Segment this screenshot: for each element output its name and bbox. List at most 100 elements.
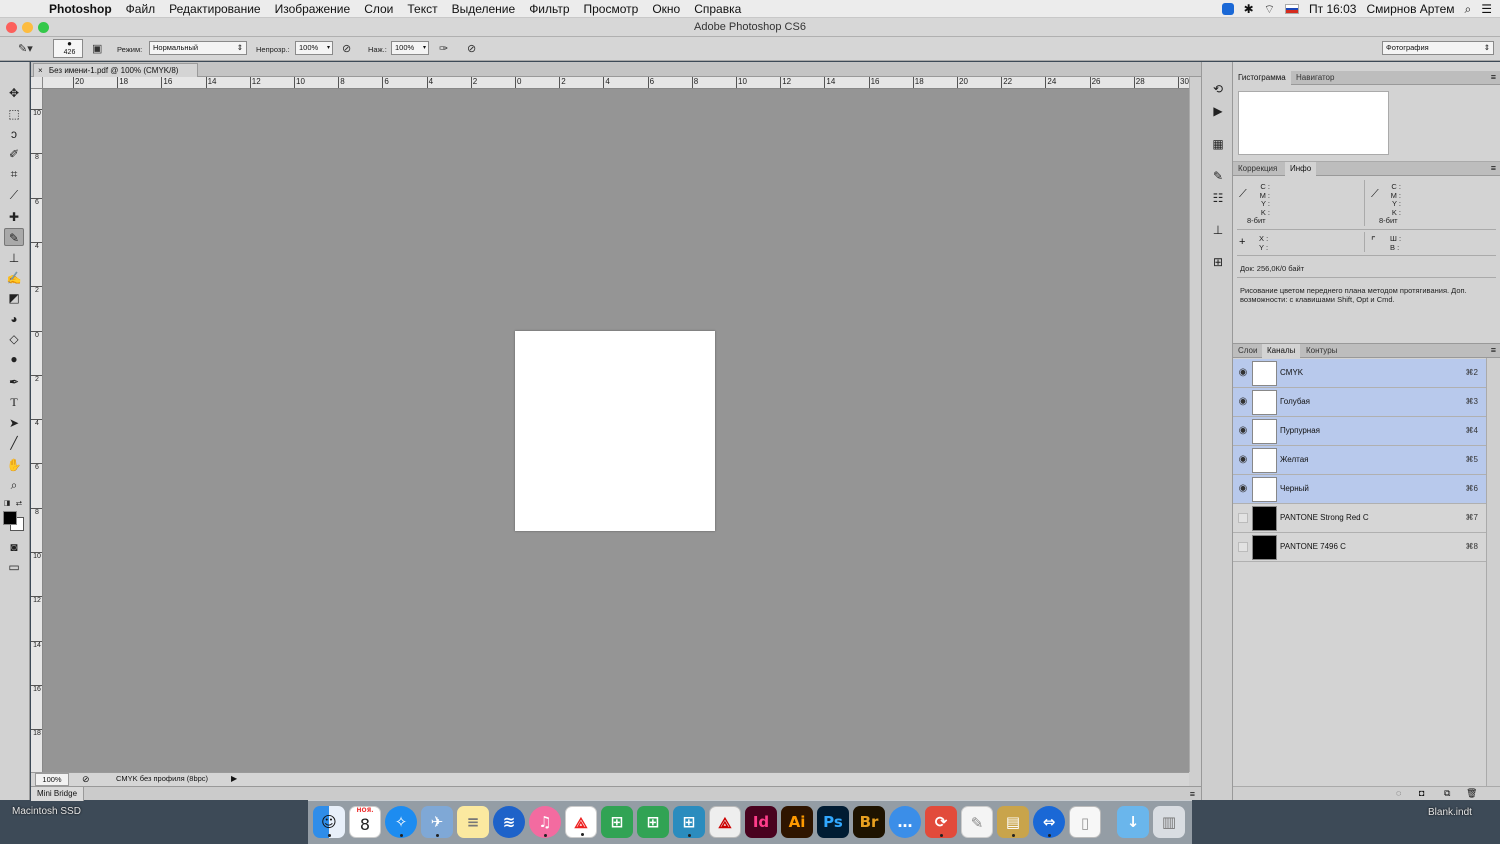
dodge-tool-icon[interactable]: ● <box>4 350 24 368</box>
paint-bucket-tool-icon[interactable]: ◕ <box>4 310 24 328</box>
wifi-icon[interactable]: ⌔ <box>1264 2 1275 17</box>
mini-bridge-tab[interactable]: Mini Bridge <box>31 787 85 801</box>
brush-presets-panel-icon[interactable]: ☷ <box>1208 189 1228 207</box>
tab-layers[interactable]: Слои <box>1233 344 1262 358</box>
illustrator-icon[interactable]: Ai <box>781 806 813 838</box>
crop-tool-icon[interactable]: ⌗ <box>4 165 24 183</box>
visibility-toggle[interactable] <box>1238 542 1248 552</box>
vertical-scrollbar[interactable] <box>1189 77 1201 772</box>
pressure-size-icon[interactable]: ⊘ <box>467 42 476 55</box>
tab-info[interactable]: Инфо <box>1285 162 1317 176</box>
acrobat-pro-icon[interactable]: ⟁ <box>709 806 741 838</box>
eye-icon[interactable]: ◉ <box>1237 454 1249 466</box>
bluetooth-icon[interactable]: ✱ <box>1244 2 1254 16</box>
clone-stamp-tool-icon[interactable]: ⊥ <box>4 249 24 267</box>
panel-menu-icon[interactable]: ≡ <box>1491 344 1496 357</box>
swatches-panel-icon[interactable]: ▦ <box>1208 135 1228 153</box>
type-tool-icon[interactable]: T <box>4 393 24 411</box>
marquee-tool-icon[interactable]: ⬚ <box>4 105 24 123</box>
blend-mode-select[interactable]: Нормальный ⇕ <box>149 41 247 55</box>
path-selection-tool-icon[interactable]: ➤ <box>4 414 24 432</box>
bridge-icon[interactable]: Br <box>853 806 885 838</box>
spotlight-search-icon[interactable]: ⌕ <box>1465 2 1472 17</box>
brush-tool-icon[interactable]: ✎ <box>4 228 24 246</box>
vertical-ruler[interactable]: 10 8 6 4 2 0 2 4 6 8 10 12 14 16 18 <box>31 89 43 772</box>
hand-tool-icon[interactable]: ✋ <box>4 456 24 474</box>
menu-filter[interactable]: Фильтр <box>522 2 576 16</box>
teamviewer-icon[interactable]: ⇔ <box>1033 806 1065 838</box>
channel-row-cyan[interactable]: ◉ Голубая ⌘3 <box>1233 388 1486 417</box>
load-selection-icon[interactable]: ◌ <box>1396 788 1401 798</box>
eyedropper-tool-icon[interactable]: ⟋ <box>4 186 24 204</box>
zoom-level-field[interactable]: 100% <box>35 773 69 786</box>
preview-icon[interactable]: ✈ <box>421 806 453 838</box>
airbrush-icon[interactable]: ✑ <box>439 42 448 55</box>
close-window-button[interactable] <box>6 22 17 33</box>
healing-brush-tool-icon[interactable]: ✚ <box>4 208 24 226</box>
chevron-down-icon[interactable]: ▾ <box>327 42 330 54</box>
tab-channels[interactable]: Каналы <box>1262 344 1301 358</box>
history-panel-icon[interactable]: ⟲ <box>1208 80 1228 98</box>
status-menu-arrow-icon[interactable]: ▶ <box>231 773 237 785</box>
quick-select-tool-icon[interactable]: ✐ <box>4 145 24 163</box>
brush-panel-icon[interactable]: ✎ <box>1208 167 1228 185</box>
eye-icon[interactable]: ◉ <box>1237 367 1249 379</box>
textedit-icon[interactable]: ✎ <box>961 806 993 838</box>
clone-source-panel-icon[interactable]: ⊥ <box>1208 221 1228 239</box>
channel-row-magenta[interactable]: ◉ Пурпурная ⌘4 <box>1233 417 1486 446</box>
channel-row-pantone-strong-red[interactable]: PANTONE Strong Red C ⌘7 <box>1233 504 1486 533</box>
mail-icon[interactable]: ≋ <box>493 806 525 838</box>
trash-icon[interactable]: 🗑 <box>1466 788 1477 799</box>
menu-select[interactable]: Выделение <box>445 2 523 16</box>
notes-icon[interactable]: ≡ <box>457 806 489 838</box>
menu-file[interactable]: Файл <box>119 2 163 16</box>
windows-app-icon[interactable]: ⊞ <box>637 806 669 838</box>
menu-app-name[interactable]: Photoshop <box>42 2 119 16</box>
acrobat-icon[interactable]: ⟁ <box>565 806 597 838</box>
menu-edit[interactable]: Редактирование <box>162 2 267 16</box>
document-tab[interactable]: × Без имени-1.pdf @ 100% (CMYK/8) <box>33 63 198 77</box>
document-icon[interactable]: ▯ <box>1069 806 1101 838</box>
eye-icon[interactable]: ◉ <box>1237 425 1249 437</box>
zoom-tool-icon[interactable]: ⌕ <box>4 476 24 494</box>
input-language-icon[interactable] <box>1285 4 1299 14</box>
windows-app-icon[interactable]: ⊞ <box>673 806 705 838</box>
eye-icon[interactable]: ◉ <box>1237 396 1249 408</box>
tab-adjustments[interactable]: Коррекция <box>1233 162 1282 176</box>
itunes-icon[interactable]: ♫ <box>529 806 561 838</box>
foreground-color-swatch[interactable] <box>3 511 17 525</box>
tab-navigator[interactable]: Навигатор <box>1291 71 1339 85</box>
menu-help[interactable]: Справка <box>687 2 748 16</box>
archive-utility-icon[interactable]: ▤ <box>997 806 1029 838</box>
eraser-tool-icon[interactable]: ◩ <box>4 289 24 307</box>
channels-scrollbar[interactable] <box>1486 358 1500 786</box>
screen-mode-icon[interactable]: ▭ <box>4 558 24 576</box>
menu-type[interactable]: Текст <box>400 2 444 16</box>
flow-field[interactable]: 100% ▾ <box>391 41 429 55</box>
trash-icon[interactable]: ▥ <box>1153 806 1185 838</box>
menu-image[interactable]: Изображение <box>268 2 358 16</box>
new-channel-icon[interactable]: ⧉ <box>1444 788 1450 799</box>
panel-menu-icon[interactable]: ≡ <box>1491 162 1496 175</box>
panel-menu-icon[interactable]: ≡ <box>1190 787 1195 801</box>
quick-mask-icon[interactable]: ◙ <box>4 538 24 556</box>
pressure-opacity-icon[interactable]: ⊘ <box>342 42 351 55</box>
blur-tool-icon[interactable]: ◇ <box>4 330 24 348</box>
minimize-window-button[interactable] <box>22 22 33 33</box>
menu-clock[interactable]: Пт 16:03 <box>1309 2 1356 16</box>
windows-app-icon[interactable]: ⊞ <box>601 806 633 838</box>
desktop-file-label[interactable]: Blank.indt <box>1428 807 1472 818</box>
move-tool-icon[interactable]: ✥ <box>4 84 24 102</box>
messages-icon[interactable]: … <box>889 806 921 838</box>
horizontal-ruler[interactable]: 20 18 16 14 12 10 8 6 4 2 0 2 4 6 8 10 12 14 16 18 20 22 24 26 2… <box>43 77 1189 89</box>
notification-center-icon[interactable]: ☰ <box>1481 2 1492 16</box>
menu-view[interactable]: Просмотр <box>577 2 646 16</box>
lasso-tool-icon[interactable]: ↄ <box>4 125 24 143</box>
proof-icon[interactable]: ⊘ <box>82 773 90 785</box>
document-canvas[interactable] <box>515 331 715 531</box>
finder-icon[interactable]: ☺ <box>313 806 345 838</box>
channel-row-cmyk[interactable]: ◉ CMYK ⌘2 <box>1233 359 1486 388</box>
menu-user[interactable]: Смирнов Артем <box>1366 2 1454 16</box>
line-tool-icon[interactable]: ╱ <box>4 434 24 452</box>
menu-window[interactable]: Окно <box>645 2 687 16</box>
